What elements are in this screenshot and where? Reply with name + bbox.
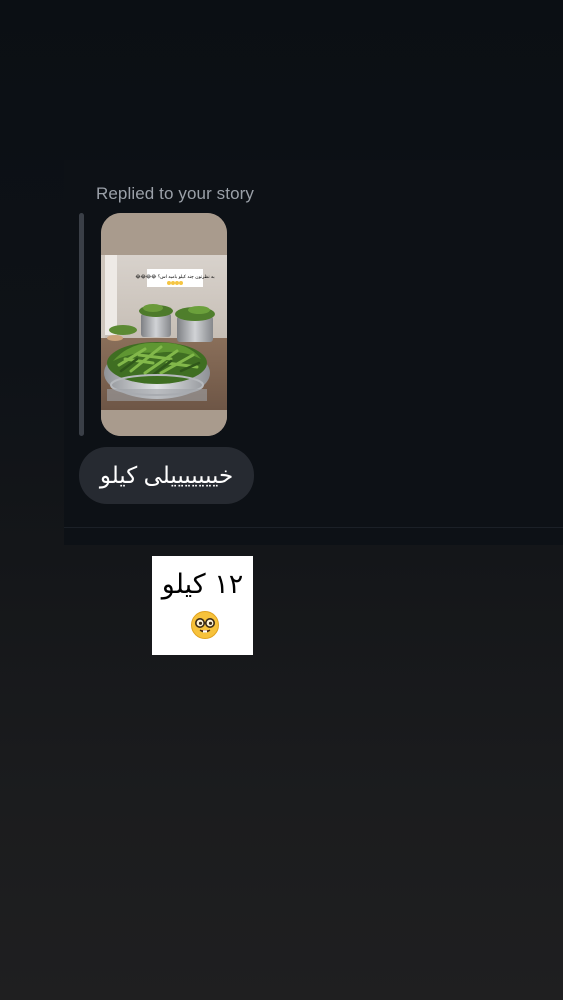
incoming-message-bubble[interactable]: خیییییییلی کیلو [79,447,254,504]
story-caption: به نظرتون چند کیلو بامیه اس؟ 😂😂😂😂 [135,274,214,280]
reply-indicator-bar [79,213,84,436]
nerd-face-icon [191,611,219,639]
okra-photo: به نظرتون چند کیلو بامیه اس؟ 😂😂😂😂 [101,213,227,436]
divider [64,527,563,528]
incoming-message-text: خیییییییلی کیلو [99,462,234,488]
outgoing-message-card[interactable]: ۱۲ کیلو [152,556,253,655]
replied-to-story-label: Replied to your story [96,184,255,203]
story-thumbnail[interactable]: به نظرتون چند کیلو بامیه اس؟ 😂😂😂😂 [101,213,227,436]
outgoing-message-text: ۱۲ کیلو [161,569,244,600]
